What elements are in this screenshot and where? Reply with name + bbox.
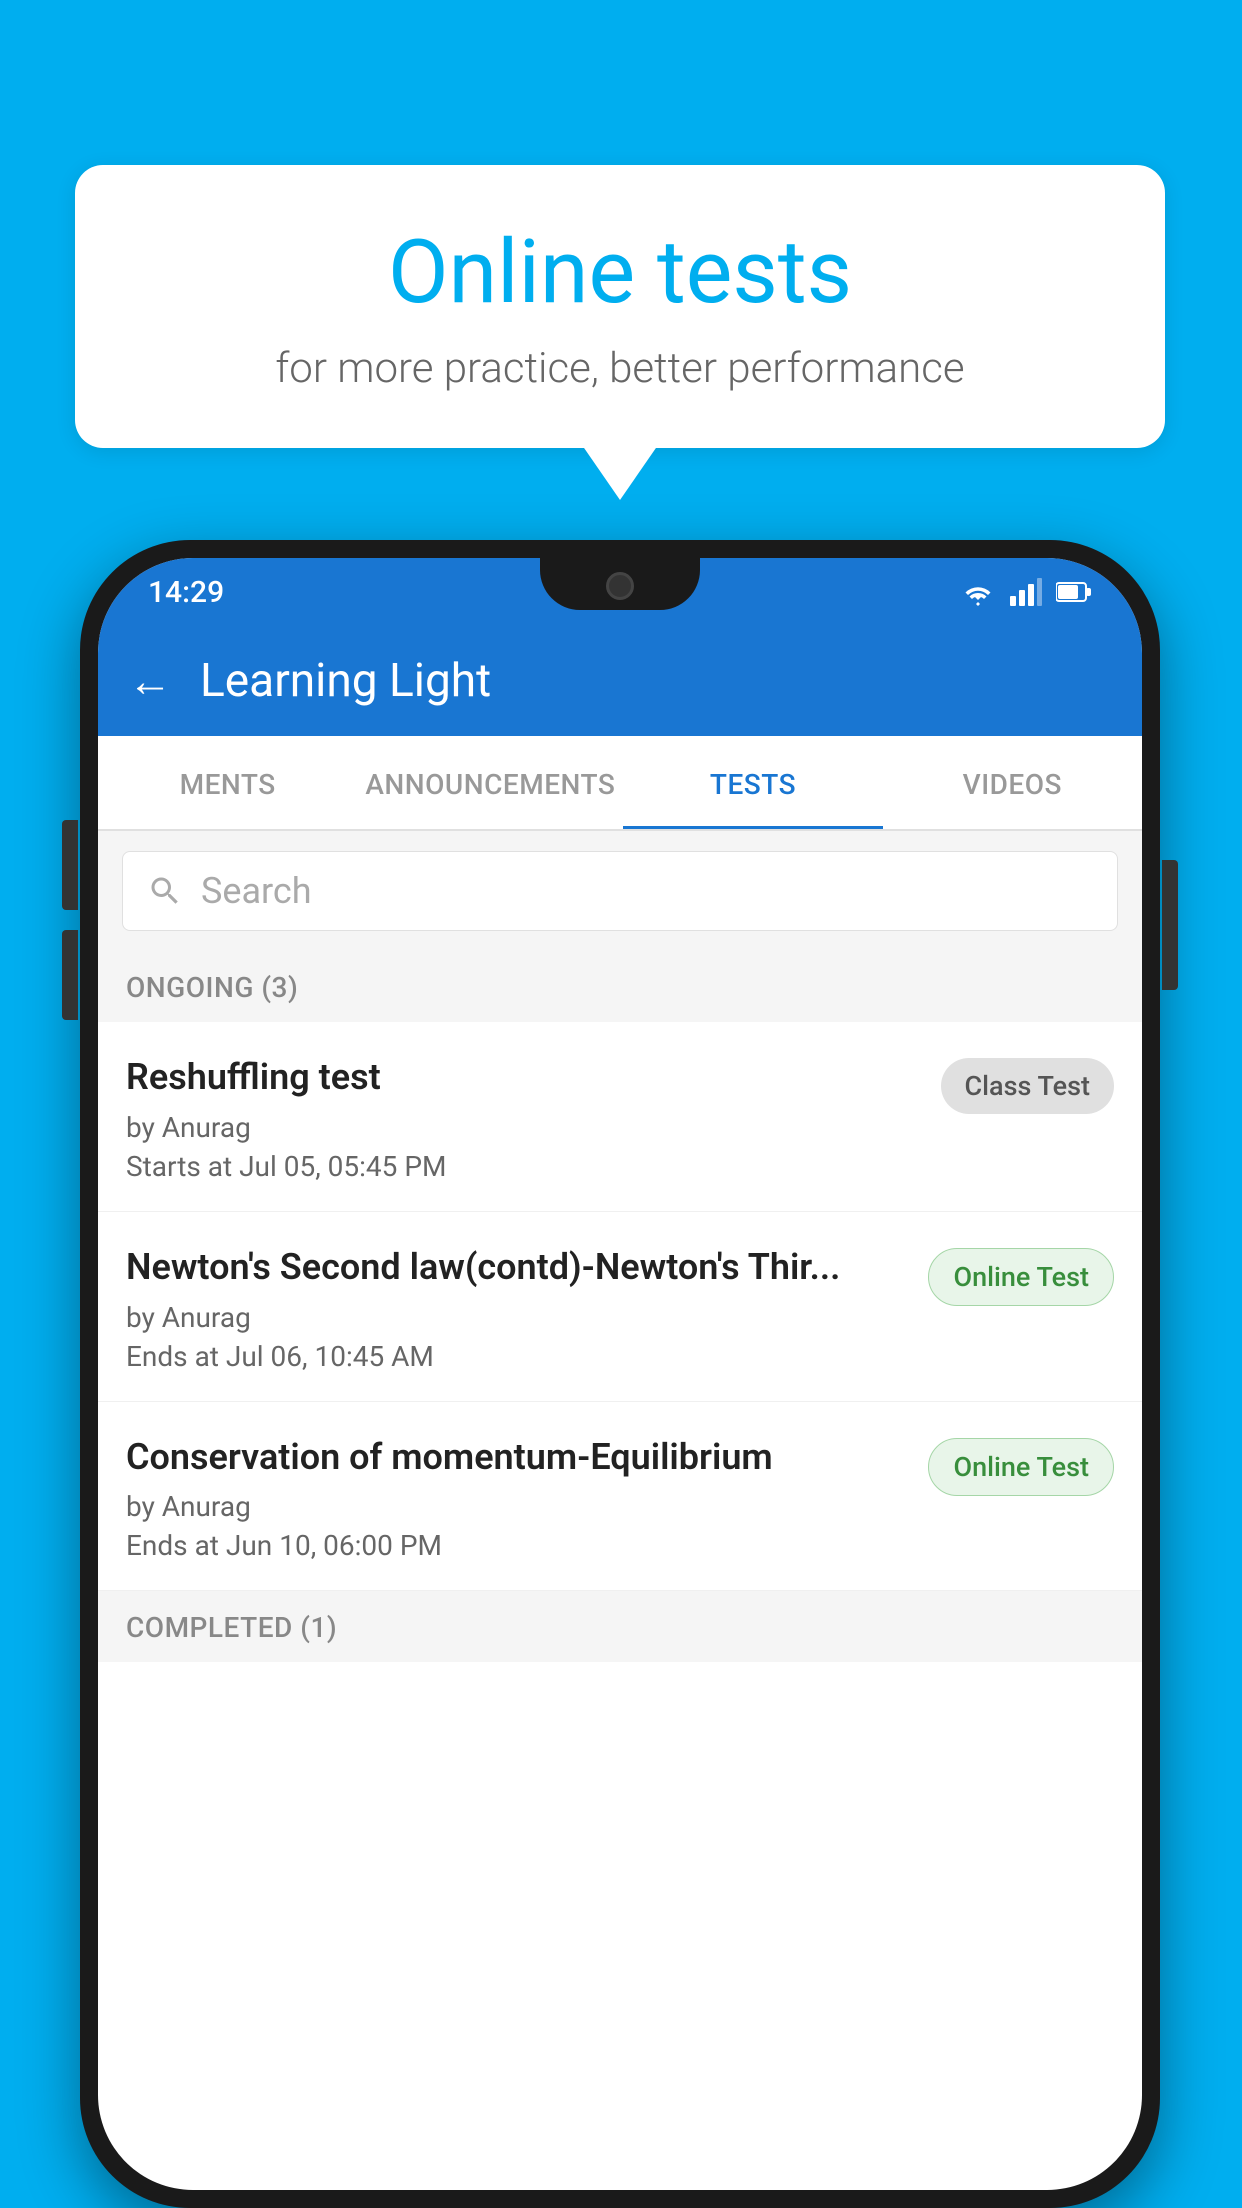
- test-badge-reshuffling: Class Test: [941, 1058, 1115, 1114]
- test-item-left-conservation: Conservation of momentum-Equilibrium by …: [126, 1434, 928, 1563]
- status-bar: 14:29: [98, 558, 1142, 626]
- power-button[interactable]: [1162, 860, 1178, 990]
- tab-ments[interactable]: MENTS: [98, 736, 357, 829]
- speech-bubble-container: Online tests for more practice, better p…: [75, 165, 1165, 448]
- test-item-left-reshuffling: Reshuffling test by Anurag Starts at Jul…: [126, 1054, 941, 1183]
- status-icons: [960, 578, 1092, 606]
- notch: [540, 558, 700, 610]
- app-bar: ← Learning Light: [98, 626, 1142, 736]
- wifi-icon: [960, 578, 996, 606]
- test-item-left-newton: Newton's Second law(contd)-Newton's Thir…: [126, 1244, 928, 1373]
- speech-bubble: Online tests for more practice, better p…: [75, 165, 1165, 448]
- back-button[interactable]: ←: [128, 655, 172, 707]
- test-time-newton: Ends at Jul 06, 10:45 AM: [126, 1340, 908, 1373]
- test-badge-conservation: Online Test: [928, 1438, 1114, 1496]
- signal-icon: [1010, 578, 1042, 606]
- test-name-reshuffling: Reshuffling test: [126, 1054, 921, 1101]
- search-container: Search: [98, 831, 1142, 951]
- volume-up-button[interactable]: [62, 820, 78, 910]
- tab-videos[interactable]: VIDEOS: [883, 736, 1142, 829]
- phone-screen: 14:29: [98, 558, 1142, 2190]
- completed-section-header: COMPLETED (1): [98, 1591, 1142, 1662]
- tab-announcements[interactable]: ANNOUNCEMENTS: [357, 736, 623, 829]
- test-item-newton[interactable]: Newton's Second law(contd)-Newton's Thir…: [98, 1212, 1142, 1402]
- volume-down-button[interactable]: [62, 930, 78, 1020]
- test-time-conservation: Ends at Jun 10, 06:00 PM: [126, 1529, 908, 1562]
- test-time-reshuffling: Starts at Jul 05, 05:45 PM: [126, 1150, 921, 1183]
- search-input-wrapper[interactable]: Search: [122, 851, 1118, 931]
- battery-icon: [1056, 581, 1092, 603]
- app-title: Learning Light: [200, 654, 491, 708]
- speech-bubble-subtitle: for more practice, better performance: [155, 344, 1085, 393]
- search-placeholder-text: Search: [201, 870, 312, 912]
- phone-frame: 14:29: [80, 540, 1160, 2208]
- test-item-conservation[interactable]: Conservation of momentum-Equilibrium by …: [98, 1402, 1142, 1592]
- test-name-newton: Newton's Second law(contd)-Newton's Thir…: [126, 1244, 908, 1291]
- tab-tests[interactable]: TESTS: [623, 736, 882, 829]
- speech-bubble-title: Online tests: [155, 225, 1085, 322]
- test-by-newton: by Anurag: [126, 1301, 908, 1334]
- test-by-reshuffling: by Anurag: [126, 1111, 921, 1144]
- search-icon: [147, 873, 183, 909]
- test-item-reshuffling[interactable]: Reshuffling test by Anurag Starts at Jul…: [98, 1022, 1142, 1212]
- camera: [606, 572, 634, 600]
- tabs-container: MENTS ANNOUNCEMENTS TESTS VIDEOS: [98, 736, 1142, 831]
- ongoing-section-header: ONGOING (3): [98, 951, 1142, 1022]
- test-badge-newton: Online Test: [928, 1248, 1114, 1306]
- test-name-conservation: Conservation of momentum-Equilibrium: [126, 1434, 908, 1481]
- test-by-conservation: by Anurag: [126, 1490, 908, 1523]
- status-time: 14:29: [148, 575, 224, 610]
